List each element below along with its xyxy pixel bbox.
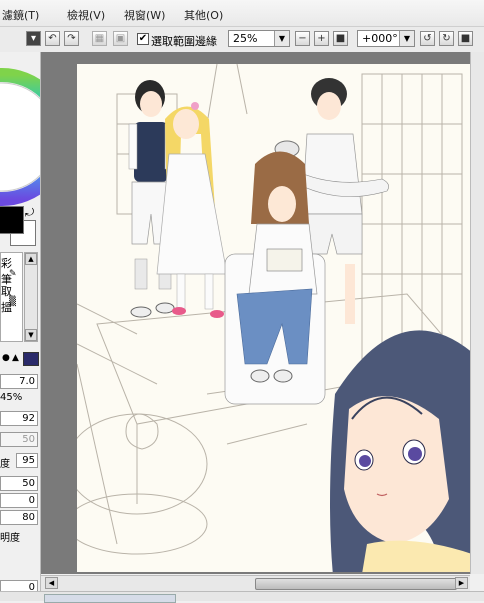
zoom-value: 25% [233,32,258,45]
canvas-toolbar: ▾ ↶ ↷ ▦ ▣ ✔ 選取範圍邊緣 25% ▼ − + ■ +000° ▼ ↺… [0,27,484,53]
scroll-right-icon[interactable]: ▶ [455,577,468,589]
horizontal-scroll-thumb[interactable] [255,578,457,590]
menu-bar: 濾鏡(T) 檢視(V) 視窗(W) 其他(O) [0,0,484,27]
deselect-icon: ▦ [94,33,105,44]
rotate-left-icon: ↺ [423,33,432,44]
menu-other[interactable]: 其他(O) [184,7,223,23]
dilution-label: 度 [0,459,10,470]
square-brush-icon[interactable] [23,352,39,366]
artwork-illustration [77,64,472,572]
swap-colors-icon[interactable]: ⤾ [25,206,34,220]
plus-icon: + [317,33,326,44]
minus-icon: − [298,33,307,44]
scroll-up-icon[interactable]: ▲ [25,253,37,265]
menu-view[interactable]: 檢視(V) [67,7,105,23]
brush-tool-list[interactable]: 彩筆 ✎ 取搵 ▒ [0,252,23,342]
zoom-reset-button[interactable]: ■ [333,31,348,46]
color-wheel[interactable] [0,62,40,212]
deselect-button[interactable]: ▦ [92,31,107,46]
menu-window[interactable]: 視窗(W) [124,7,165,23]
edge-hardness-field[interactable]: 0 [0,493,38,508]
rotate-reset-button[interactable]: ■ [458,31,473,46]
checkmark-icon: ✔ [138,33,148,44]
canvas-workspace[interactable] [41,52,484,574]
scroll-left-icon[interactable]: ◀ [45,577,58,589]
flat-brush-icon[interactable]: ▲ [12,353,19,363]
drawing-paper[interactable] [77,64,472,572]
brightness-label: 明度 [0,533,20,544]
selection-edge-label: 選取範圍邊緣 [151,35,217,48]
brush-shape-row: ● ▲ [0,352,40,366]
redo-button[interactable]: ↷ [64,31,79,46]
reset-icon: ■ [335,33,346,44]
rotation-value: +000° [362,32,398,45]
rotate-right-button[interactable]: ↻ [439,31,454,46]
chevron-down-icon: ▼ [274,31,289,46]
redo-icon: ↷ [67,33,76,44]
density-field[interactable]: 92 [0,411,38,426]
undo-button[interactable]: ↶ [45,31,60,46]
foreground-color-swatch[interactable] [0,206,24,234]
dilution-field[interactable]: 95 [16,453,38,468]
tool-list-scrollbar[interactable]: ▲ ▼ [24,252,38,342]
canvas-horizontal-scrollbar[interactable]: ◀ ▶ [41,575,470,591]
persistence-field[interactable]: 50 [0,476,38,491]
zoom-select[interactable]: 25% ▼ [228,30,290,47]
chevron-down-icon: ▼ [399,31,414,46]
undo-icon: ↶ [48,33,57,44]
zoom-out-button[interactable]: − [295,31,310,46]
character-foreground-girl [330,330,472,572]
selection-edge-checkbox[interactable]: ✔ [137,33,149,45]
canvas-vertical-scrollbar[interactable] [470,52,484,574]
invert-selection-icon: ▣ [115,33,126,44]
min-size-label: 45% [0,392,23,403]
rotate-right-icon: ↻ [442,33,451,44]
scroll-down-icon[interactable]: ▼ [25,329,37,341]
toolbar-menu-button[interactable]: ▾ [26,31,41,46]
rotate-left-button[interactable]: ↺ [420,31,435,46]
document-tab[interactable] [44,594,176,603]
round-brush-icon[interactable]: ● [2,353,10,363]
tool-panel: ⤾ 彩筆 ✎ 取搵 ▒ ▲ ▼ ● ▲ 7.0 45% 92 度 50 度 95… [0,52,41,600]
zoom-in-button[interactable]: + [314,31,329,46]
menu-filter[interactable]: 濾鏡(T) [2,7,39,23]
blend-field[interactable]: 50 [0,432,38,447]
rotate-reset-icon: ■ [460,33,471,44]
blur-icon: ▒ [9,297,16,307]
pen-icon: ✎ [9,269,17,279]
invert-selection-button[interactable]: ▣ [113,31,128,46]
min-density-field[interactable]: 80 [0,510,38,525]
brush-size-field[interactable]: 7.0 [0,374,38,389]
rotation-select[interactable]: +000° ▼ [357,30,415,47]
